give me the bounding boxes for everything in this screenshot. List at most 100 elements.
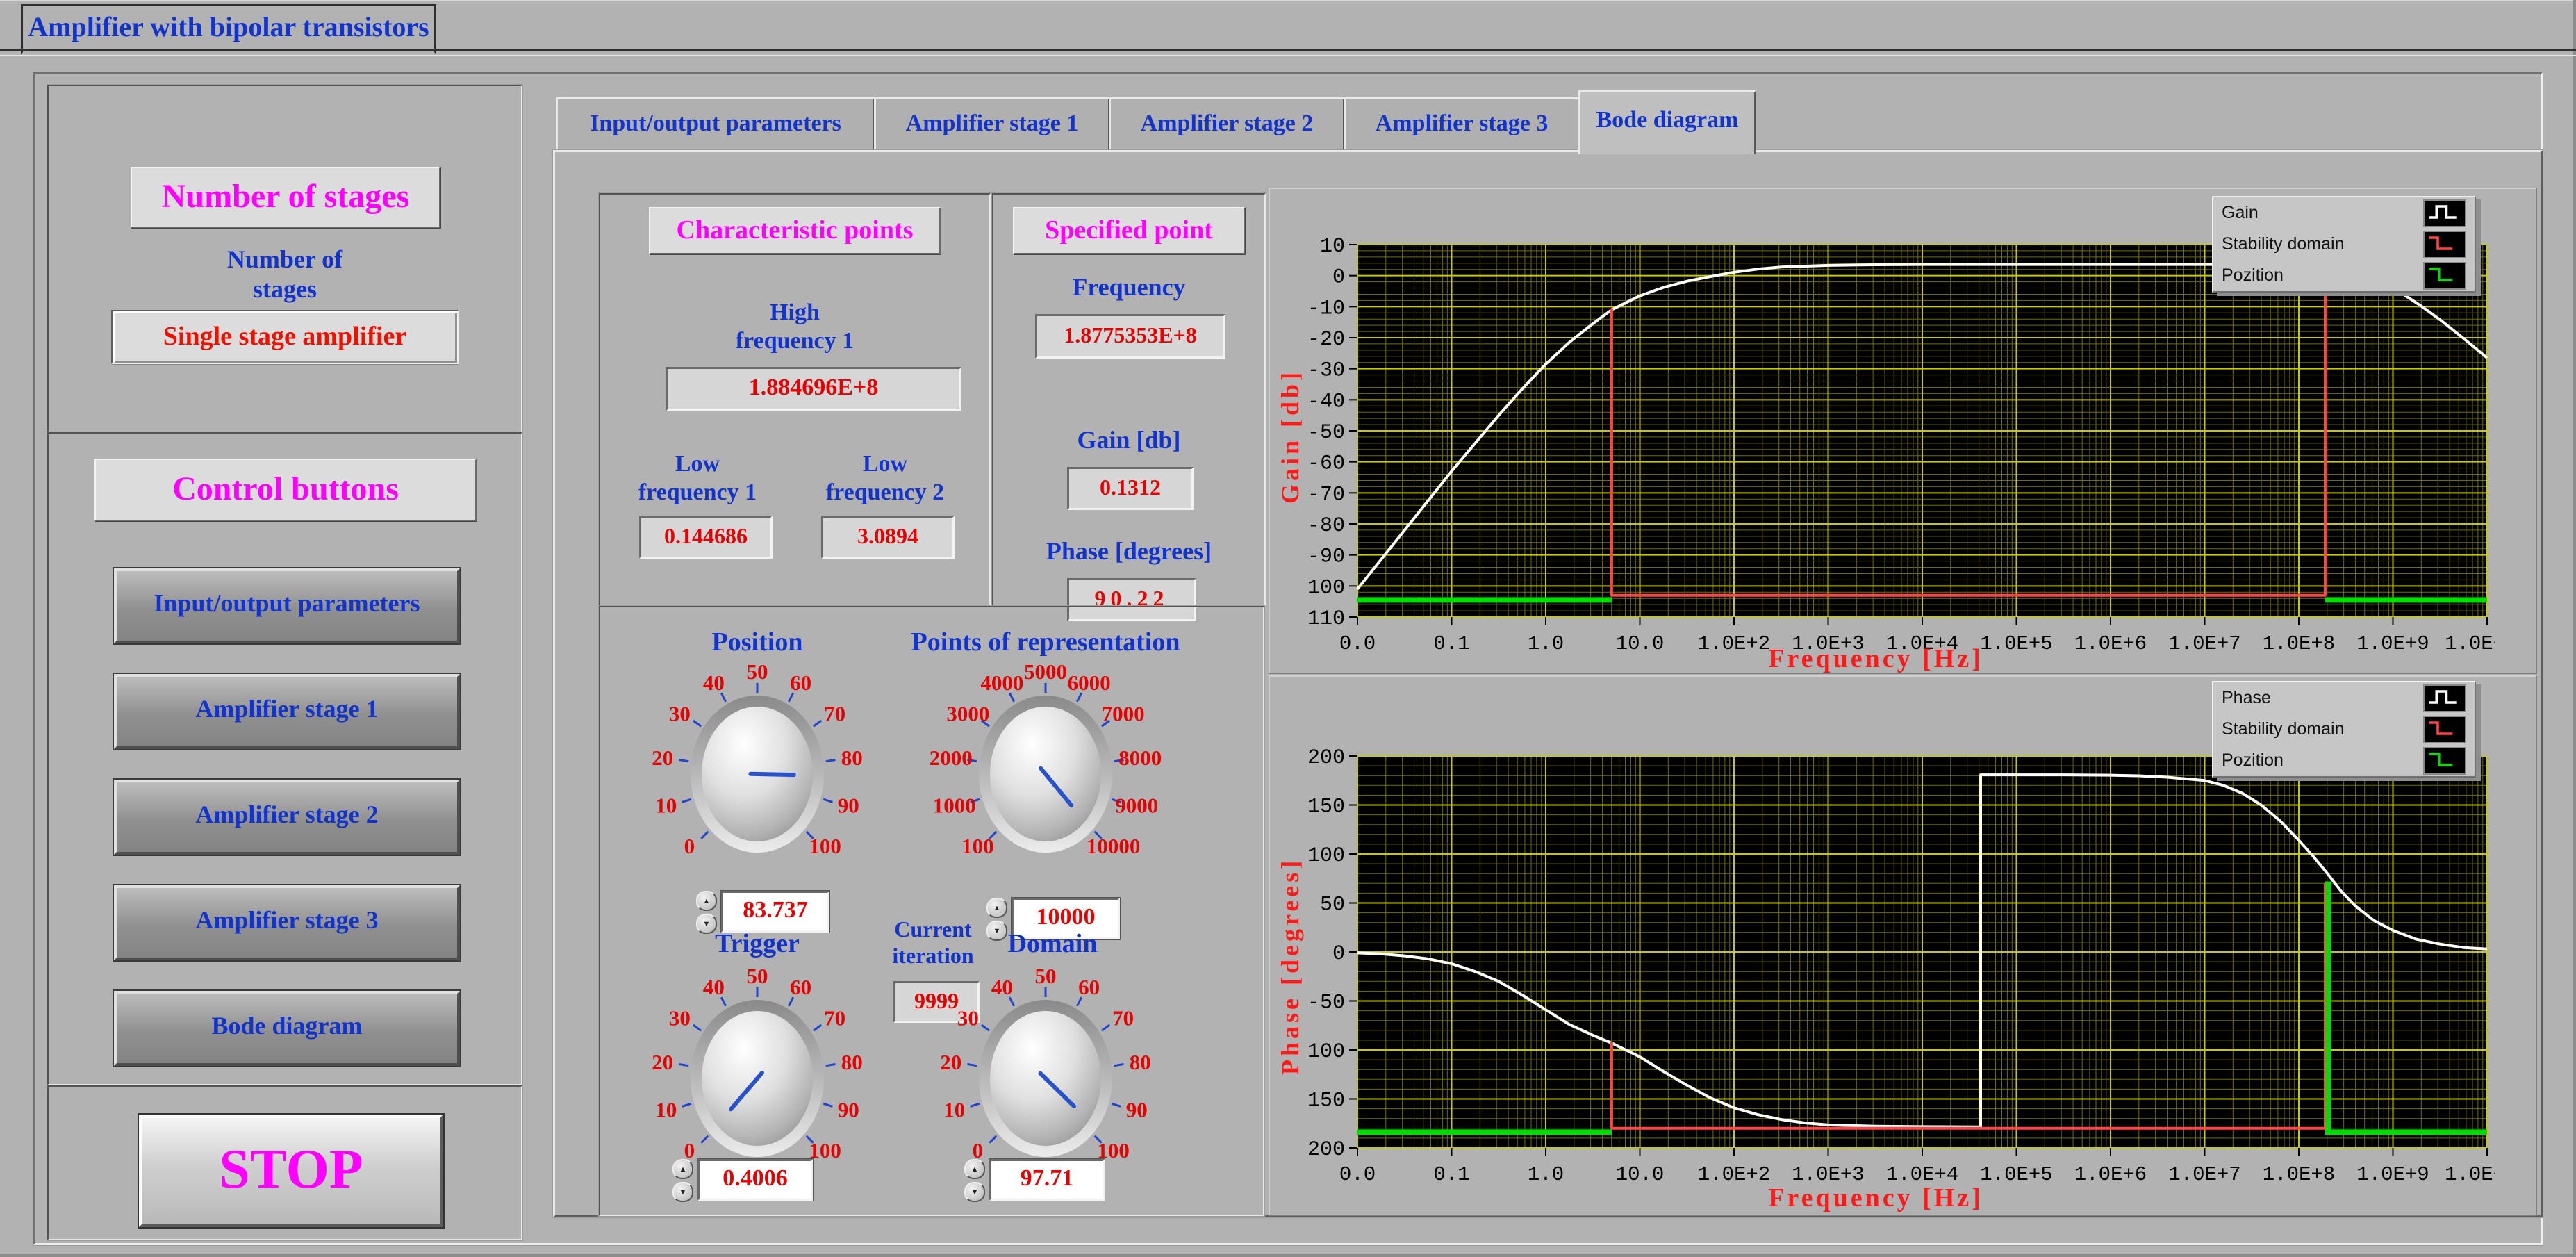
legend-plot-style-icon[interactable] bbox=[2423, 684, 2466, 712]
svg-text:10: 10 bbox=[655, 793, 677, 817]
button-amplifier-stage-3[interactable]: Amplifier stage 3 bbox=[114, 885, 460, 960]
svg-text:50: 50 bbox=[1035, 964, 1057, 988]
tab-bode-diagram[interactable]: Bode diagram bbox=[1578, 90, 1756, 154]
points-increment-button[interactable]: ▲ bbox=[986, 898, 1007, 918]
domain-label: Domain bbox=[983, 928, 1122, 960]
svg-text:60: 60 bbox=[1078, 975, 1100, 999]
position-value[interactable]: 83.737 bbox=[721, 891, 829, 933]
phase-plot: 0.00.11.010.01.0E+21.0E+31.0E+41.0E+51.0… bbox=[1306, 746, 2495, 1188]
svg-text:20: 20 bbox=[652, 746, 673, 770]
domain-value-control: ▲ ▼ 97.71 bbox=[964, 1159, 1105, 1202]
legend-label: Pozition bbox=[2222, 265, 2284, 286]
high-frequency-1-label-line1: High bbox=[770, 299, 820, 325]
svg-text:-50: -50 bbox=[1307, 992, 1345, 1015]
characteristic-points-group: Characteristic points High frequency 1 1… bbox=[599, 193, 991, 606]
control-buttons-title: Control buttons bbox=[94, 459, 477, 521]
tab-amplifier-stage-1[interactable]: Amplifier stage 1 bbox=[874, 97, 1110, 152]
tab-input-output-parameters[interactable]: Input/output parameters bbox=[556, 97, 875, 152]
low-frequency-1-label-line1: Low bbox=[675, 451, 720, 477]
svg-text:0.1: 0.1 bbox=[1433, 1163, 1469, 1186]
specified-point-title: Specified point bbox=[1013, 207, 1245, 254]
low-frequency-1-label: Low frequency 1 bbox=[607, 450, 788, 507]
svg-text:0.0: 0.0 bbox=[1339, 632, 1376, 652]
domain-decrement-button[interactable]: ▼ bbox=[964, 1182, 985, 1202]
svg-text:-40: -40 bbox=[1307, 390, 1345, 413]
svg-text:-50: -50 bbox=[1307, 421, 1345, 445]
legend-label: Pozition bbox=[2222, 750, 2284, 771]
legend-row-stability-domain: Stability domain bbox=[2213, 714, 2475, 745]
svg-text:90: 90 bbox=[838, 1097, 859, 1122]
svg-text:0: 0 bbox=[684, 834, 695, 858]
svg-text:4000: 4000 bbox=[980, 671, 1023, 695]
low-frequency-1-label-line2: frequency 1 bbox=[638, 479, 757, 505]
legend-row-gain: Gain bbox=[2213, 197, 2475, 229]
tab-amplifier-stage-3[interactable]: Amplifier stage 3 bbox=[1344, 97, 1580, 152]
svg-text:0: 0 bbox=[1332, 942, 1345, 966]
position-increment-button[interactable]: ▲ bbox=[696, 891, 717, 911]
button-amplifier-stage-2[interactable]: Amplifier stage 2 bbox=[114, 780, 460, 855]
domain-spinner: ▲ ▼ bbox=[964, 1159, 985, 1202]
legend-row-stability-domain: Stability domain bbox=[2213, 229, 2475, 260]
svg-text:-110: -110 bbox=[1306, 607, 1345, 631]
svg-text:-10: -10 bbox=[1307, 297, 1345, 320]
trigger-value-control: ▲ ▼ 0.4006 bbox=[672, 1159, 813, 1202]
svg-text:10: 10 bbox=[1320, 235, 1345, 258]
legend-row-pozition: Pozition bbox=[2213, 745, 2475, 776]
specified-point-group: Specified point Frequency 1.8775353E+8 G… bbox=[992, 193, 1266, 606]
legend-plot-style-icon[interactable] bbox=[2423, 747, 2466, 775]
svg-text:20: 20 bbox=[940, 1050, 961, 1074]
svg-text:-80: -80 bbox=[1307, 514, 1345, 538]
legend-plot-style-icon[interactable] bbox=[2423, 199, 2466, 227]
trigger-decrement-button[interactable]: ▼ bbox=[672, 1182, 693, 1202]
svg-text:1.0E+9: 1.0E+9 bbox=[2356, 632, 2429, 652]
svg-text:40: 40 bbox=[991, 975, 1013, 999]
trigger-value[interactable]: 0.4006 bbox=[697, 1159, 813, 1201]
number-of-stages-label: Number of stages bbox=[146, 245, 424, 304]
svg-text:-60: -60 bbox=[1307, 452, 1345, 476]
tab-amplifier-stage-2[interactable]: Amplifier stage 2 bbox=[1109, 97, 1345, 152]
phase-legend: PhaseStability domainPozition bbox=[2212, 681, 2476, 778]
window-title-tab[interactable]: Amplifier with bipolar transistors bbox=[21, 4, 436, 54]
svg-text:1.0E+10: 1.0E+10 bbox=[2445, 1163, 2495, 1186]
svg-text:50: 50 bbox=[747, 964, 768, 988]
low-frequency-2-value: 3.0894 bbox=[821, 516, 955, 559]
svg-text:-150: -150 bbox=[1306, 1090, 1345, 1113]
window-top-divider bbox=[0, 49, 2576, 56]
trigger-label: Trigger bbox=[667, 928, 848, 960]
points-of-representation-knob[interactable]: 1001000200030004000500060007000800090001… bbox=[900, 657, 1191, 896]
svg-text:10: 10 bbox=[655, 1097, 677, 1122]
svg-text:90: 90 bbox=[1126, 1097, 1148, 1122]
svg-text:80: 80 bbox=[1130, 1050, 1151, 1074]
svg-text:-30: -30 bbox=[1307, 359, 1345, 383]
svg-text:40: 40 bbox=[703, 975, 725, 999]
high-frequency-1-label-line2: frequency 1 bbox=[736, 328, 854, 354]
svg-text:100: 100 bbox=[961, 834, 994, 858]
svg-text:6000: 6000 bbox=[1068, 671, 1111, 695]
button-bode-diagram[interactable]: Bode diagram bbox=[114, 991, 460, 1066]
svg-text:20: 20 bbox=[652, 1050, 673, 1074]
trigger-increment-button[interactable]: ▲ bbox=[672, 1159, 693, 1179]
svg-text:10000: 10000 bbox=[1087, 834, 1141, 858]
domain-value[interactable]: 97.71 bbox=[989, 1159, 1105, 1201]
number-of-stages-selector[interactable]: Single stage amplifier bbox=[111, 310, 459, 364]
number-of-stages-group: Number of stages Number of stages Single… bbox=[47, 85, 522, 433]
specified-gain-value: 0.1312 bbox=[1067, 467, 1194, 510]
svg-text:-200: -200 bbox=[1306, 1138, 1345, 1162]
legend-plot-style-icon[interactable] bbox=[2423, 716, 2466, 743]
button-amplifier-stage-1[interactable]: Amplifier stage 1 bbox=[114, 674, 460, 749]
svg-text:9000: 9000 bbox=[1115, 793, 1158, 817]
legend-plot-style-icon[interactable] bbox=[2423, 231, 2466, 258]
gain-plot: 0.00.11.010.01.0E+21.0E+31.0E+41.0E+51.0… bbox=[1306, 235, 2495, 652]
button-input-output-parameters[interactable]: Input/output parameters bbox=[114, 568, 460, 643]
specified-phase-label: Phase [degrees] bbox=[1007, 536, 1250, 566]
svg-text:5000: 5000 bbox=[1024, 659, 1067, 684]
gain-x-axis-title: Frequency [Hz] bbox=[1528, 643, 2223, 671]
specified-frequency-value: 1.8775353E+8 bbox=[1035, 314, 1225, 359]
phase-x-axis-title: Frequency [Hz] bbox=[1528, 1183, 2223, 1210]
legend-plot-style-icon[interactable] bbox=[2423, 262, 2466, 290]
domain-increment-button[interactable]: ▲ bbox=[964, 1159, 985, 1179]
low-frequency-2-label: Low frequency 2 bbox=[795, 450, 975, 507]
position-knob[interactable]: 0102030405060708090100 bbox=[611, 657, 903, 896]
svg-text:60: 60 bbox=[790, 671, 811, 695]
stop-button[interactable]: STOP bbox=[139, 1115, 443, 1227]
